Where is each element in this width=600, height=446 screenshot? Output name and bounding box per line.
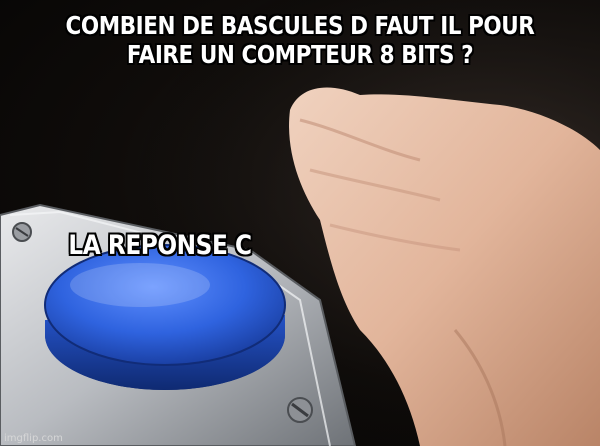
watermark: imgflip.com xyxy=(4,433,63,444)
screw-icon xyxy=(12,222,32,242)
top-caption: COMBIEN DE BASCULES D FAUT IL POUR FAIRE… xyxy=(65,11,535,69)
meme-image: COMBIEN DE BASCULES D FAUT IL POUR FAIRE… xyxy=(0,0,600,446)
button-caption: LA REPONSE C xyxy=(68,230,252,261)
screw-icon xyxy=(287,397,313,423)
